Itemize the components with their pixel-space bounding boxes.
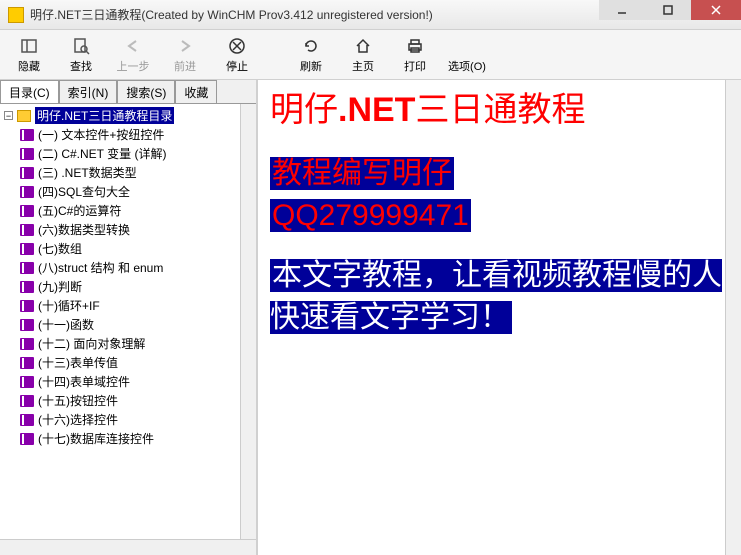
back-button[interactable]: 上一步	[108, 32, 158, 77]
book-icon	[20, 300, 34, 312]
tree-item[interactable]: (十六)选择控件	[2, 410, 254, 429]
page-title: 明仔.NET三日通教程	[270, 88, 729, 133]
window-buttons	[599, 0, 741, 29]
tree-item-label: (九)判断	[38, 278, 82, 295]
hide-button[interactable]: 隐藏	[4, 32, 54, 77]
tree-item-label: (三) .NET数据类型	[38, 164, 137, 181]
tree-item-label: (七)数组	[38, 240, 82, 257]
forward-button[interactable]: 前进	[160, 32, 210, 77]
hide-icon	[19, 36, 39, 56]
tree-item[interactable]: (二) C#.NET 变量 (详解)	[2, 144, 254, 163]
tree-item[interactable]: (三) .NET数据类型	[2, 163, 254, 182]
tab-index[interactable]: 索引(N)	[59, 80, 118, 103]
tree-item-label: (六)数据类型转换	[38, 221, 130, 238]
collapse-icon[interactable]: −	[4, 111, 13, 120]
maximize-button[interactable]	[645, 0, 691, 20]
print-icon	[405, 36, 425, 56]
tree-root-label: 明仔.NET三日通教程目录	[35, 107, 174, 124]
book-icon	[20, 414, 34, 426]
tree-item-label: (四)SQL查句大全	[38, 183, 130, 200]
book-icon	[20, 224, 34, 236]
tree-root[interactable]: − 明仔.NET三日通教程目录	[2, 106, 254, 125]
book-icon	[20, 243, 34, 255]
tree-item[interactable]: (十一)函数	[2, 315, 254, 334]
tree-item-label: (十一)函数	[38, 316, 94, 333]
tree-item[interactable]: (十七)数据库连接控件	[2, 429, 254, 448]
book-icon	[20, 357, 34, 369]
tree-item[interactable]: (十)循环+IF	[2, 296, 254, 315]
tree-item[interactable]: (十二) 面向对象理解	[2, 334, 254, 353]
content-scrollbar-vertical[interactable]	[725, 80, 741, 555]
tree-item[interactable]: (四)SQL查句大全	[2, 182, 254, 201]
tree-item[interactable]: (五)C#的运算符	[2, 201, 254, 220]
tree-item[interactable]: (十五)按钮控件	[2, 391, 254, 410]
tab-search[interactable]: 搜索(S)	[117, 80, 175, 103]
book-icon	[20, 338, 34, 350]
tree-item[interactable]: (七)数组	[2, 239, 254, 258]
tree-item-label: (十)循环+IF	[38, 297, 100, 314]
refresh-button[interactable]: 刷新	[286, 32, 336, 77]
home-button[interactable]: 主页	[338, 32, 388, 77]
folder-icon	[17, 110, 31, 122]
tree-item-label: (十四)表单域控件	[38, 373, 130, 390]
print-button[interactable]: 打印	[390, 32, 440, 77]
tree-scrollbar-vertical[interactable]	[240, 104, 256, 555]
book-icon	[20, 395, 34, 407]
tree-item[interactable]: (九)判断	[2, 277, 254, 296]
book-icon	[20, 186, 34, 198]
toolbar: 隐藏 查找 上一步 前进 停止 刷新 主页 打印 选项(O)	[0, 30, 741, 80]
stop-icon	[227, 36, 247, 56]
app-icon	[8, 7, 24, 23]
tree-item-label: (一) 文本控件+按纽控件	[38, 126, 164, 143]
navigation-panel: 目录(C) 索引(N) 搜索(S) 收藏 − 明仔.NET三日通教程目录 (一)…	[0, 80, 258, 555]
tree-item[interactable]: (十三)表单传值	[2, 353, 254, 372]
book-icon	[20, 319, 34, 331]
find-button[interactable]: 查找	[56, 32, 106, 77]
tree-item-label: (十二) 面向对象理解	[38, 335, 145, 352]
refresh-icon	[301, 36, 321, 56]
book-icon	[20, 281, 34, 293]
content-pane: 明仔.NET三日通教程 教程编写明仔 QQ279999471 本文字教程，让看视…	[258, 80, 741, 555]
options-icon	[457, 36, 477, 56]
book-icon	[20, 205, 34, 217]
contents-tree: − 明仔.NET三日通教程目录 (一) 文本控件+按纽控件 (二) C#.NET …	[2, 106, 254, 448]
tree-item-label: (十三)表单传值	[38, 354, 118, 371]
forward-icon	[175, 36, 195, 56]
tree-item-label: (十七)数据库连接控件	[38, 430, 154, 447]
book-icon	[20, 262, 34, 274]
tree-scrollbar-horizontal[interactable]	[0, 539, 256, 555]
tree-item-label: (五)C#的运算符	[38, 202, 121, 219]
tree-item[interactable]: (一) 文本控件+按纽控件	[2, 125, 254, 144]
author-block: 教程编写明仔 QQ279999471	[270, 153, 729, 237]
back-icon	[123, 36, 143, 56]
book-icon	[20, 148, 34, 160]
description-block: 本文字教程，让看视频教程慢的人 快速看文字学习！	[270, 255, 729, 339]
window-title: 明仔.NET三日通教程(Created by WinCHM Prov3.412 …	[30, 6, 599, 23]
book-icon	[20, 433, 34, 445]
tree-item[interactable]: (十四)表单域控件	[2, 372, 254, 391]
options-button[interactable]: 选项(O)	[442, 32, 492, 77]
tab-contents[interactable]: 目录(C)	[0, 80, 59, 103]
tree-item-label: (八)struct 结构 和 enum	[38, 259, 163, 276]
book-icon	[20, 167, 34, 179]
titlebar: 明仔.NET三日通教程(Created by WinCHM Prov3.412 …	[0, 0, 741, 30]
nav-tabs: 目录(C) 索引(N) 搜索(S) 收藏	[0, 80, 256, 104]
tree-item[interactable]: (八)struct 结构 和 enum	[2, 258, 254, 277]
tab-favorites[interactable]: 收藏	[175, 80, 217, 103]
tree-item[interactable]: (六)数据类型转换	[2, 220, 254, 239]
home-icon	[353, 36, 373, 56]
tree-item-label: (十五)按钮控件	[38, 392, 118, 409]
book-icon	[20, 376, 34, 388]
minimize-button[interactable]	[599, 0, 645, 20]
stop-button[interactable]: 停止	[212, 32, 262, 77]
tree-item-label: (十六)选择控件	[38, 411, 118, 428]
book-icon	[20, 129, 34, 141]
close-button[interactable]	[691, 0, 741, 20]
find-icon	[71, 36, 91, 56]
tree-item-label: (二) C#.NET 变量 (详解)	[38, 145, 166, 162]
